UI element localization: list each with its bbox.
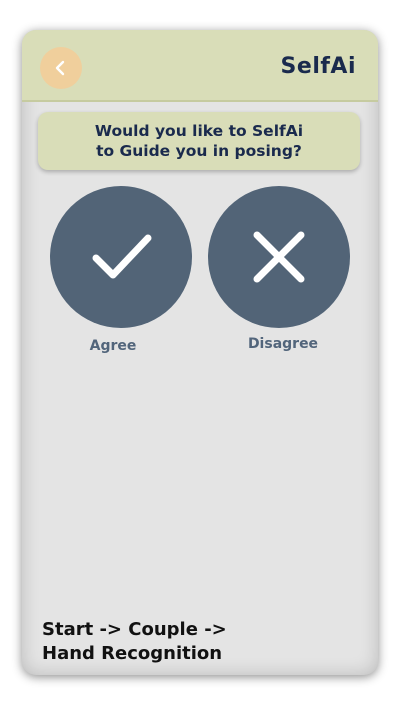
question-line-2: to Guide you in posing? bbox=[96, 142, 302, 160]
question-line-1: Would you like to SelfAi bbox=[94, 122, 304, 140]
flow-breadcrumb: Start -> Couple -> Hand Recognition bbox=[42, 618, 362, 666]
chevron-left-icon bbox=[55, 60, 65, 76]
header-bar: SelfAi bbox=[22, 30, 378, 102]
breadcrumb-line-1: Start -> Couple -> bbox=[42, 619, 227, 640]
app-panel: SelfAi Would you like to SelfAi to Guide… bbox=[22, 30, 378, 675]
breadcrumb-line-2: Hand Recognition bbox=[42, 643, 223, 664]
app-title: SelfAi bbox=[280, 54, 356, 79]
agree-button[interactable] bbox=[50, 186, 192, 328]
agree-label[interactable]: Agree bbox=[42, 338, 184, 354]
question-banner: Would you like to SelfAi to Guide you in… bbox=[38, 112, 360, 170]
close-icon bbox=[253, 231, 305, 283]
disagree-label[interactable]: Disagree bbox=[212, 336, 354, 352]
disagree-button[interactable] bbox=[208, 186, 350, 328]
check-icon bbox=[92, 234, 152, 279]
back-button[interactable] bbox=[40, 47, 82, 89]
